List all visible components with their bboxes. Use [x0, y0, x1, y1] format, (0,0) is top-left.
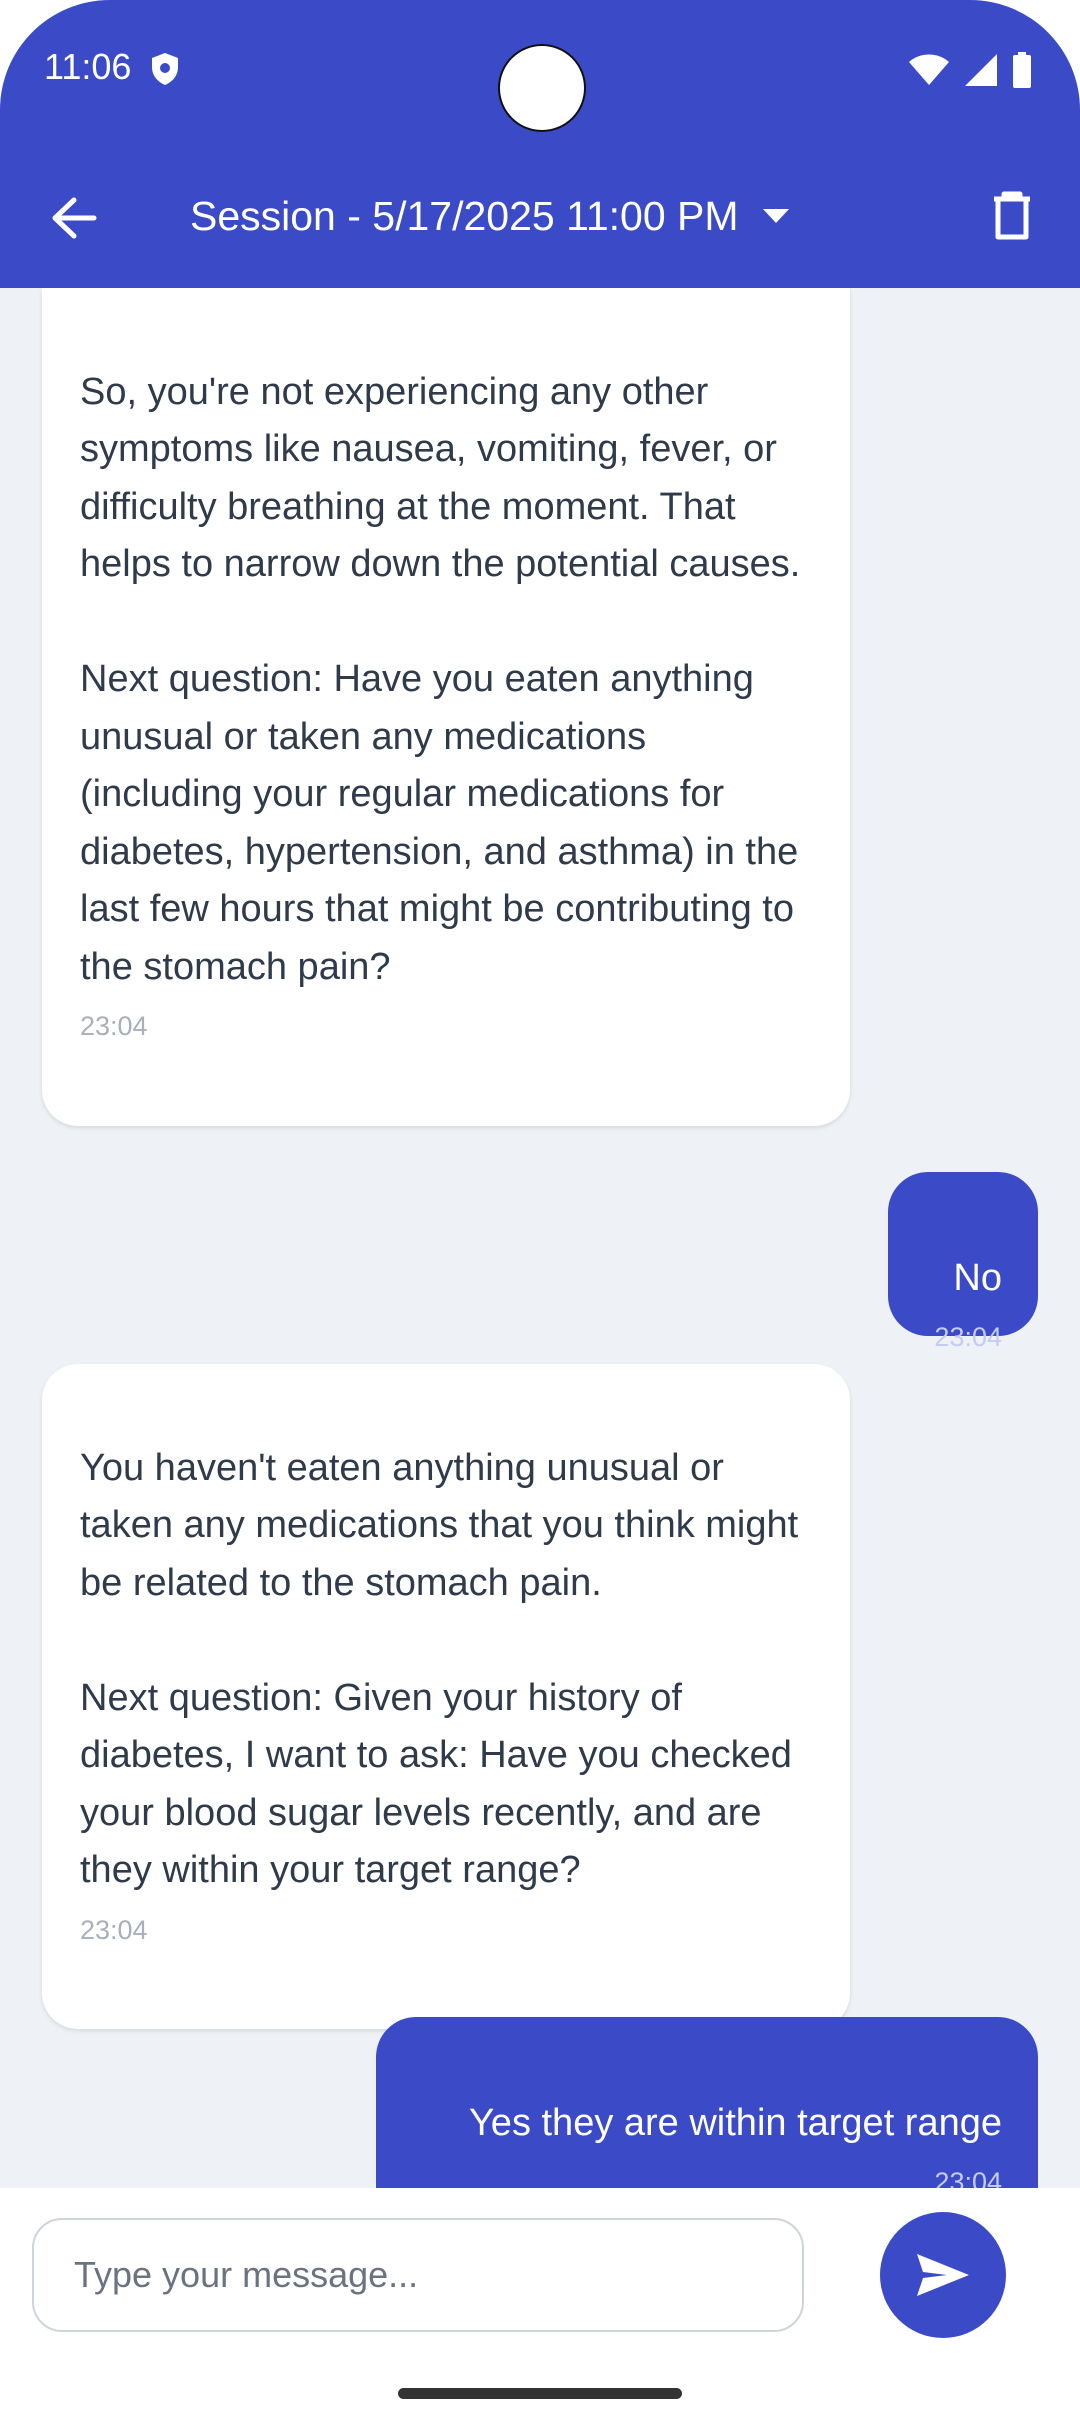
user-message: No 23:04 — [888, 1172, 1038, 1352]
message-text: No — [953, 1256, 1002, 1299]
message-input[interactable] — [32, 2218, 804, 2332]
camera-cutout — [498, 44, 586, 132]
message-time: 23:04 — [80, 1011, 148, 1041]
send-button[interactable] — [880, 2212, 1006, 2338]
session-title: Session - 5/17/2025 11:00 PM — [190, 192, 739, 239]
signal-icon — [964, 53, 998, 92]
message-list[interactable]: So, you're not experiencing any other sy… — [0, 288, 1080, 2188]
arrow-back-icon — [52, 197, 97, 239]
message-text: Yes they are within target range — [468, 2101, 1002, 2144]
message-time: 23:04 — [80, 1914, 148, 1945]
message-text: So, you're not experiencing any other sy… — [80, 370, 801, 988]
phone-screen: 11:06 Session - 5/17/2025 11:00 PM So, y… — [0, 0, 1080, 2424]
bot-message: You haven't eaten anything unusual or ta… — [42, 1364, 850, 2029]
shield-icon — [150, 52, 180, 91]
back-button[interactable] — [44, 188, 104, 248]
message-text: You haven't eaten anything unusual or ta… — [80, 1446, 799, 1892]
wifi-icon — [908, 54, 950, 91]
delete-session-button[interactable] — [982, 186, 1042, 246]
battery-icon — [1012, 52, 1032, 93]
user-message: Yes they are within target range 23:04 — [376, 2017, 1038, 2188]
session-selector[interactable]: Session - 5/17/2025 11:00 PM — [190, 188, 791, 244]
bot-message: So, you're not experiencing any other sy… — [42, 288, 850, 1126]
message-time: 23:04 — [934, 2167, 1002, 2188]
dropdown-arrow-icon — [762, 209, 789, 223]
status-icons — [908, 52, 1032, 93]
send-icon — [917, 2254, 969, 2296]
home-indicator — [398, 2388, 682, 2399]
app-bar: 11:06 Session - 5/17/2025 11:00 PM — [0, 0, 1080, 288]
message-time: 23:04 — [934, 1322, 1002, 1352]
trash-icon — [994, 191, 1030, 240]
status-time: 11:06 — [44, 46, 132, 87]
